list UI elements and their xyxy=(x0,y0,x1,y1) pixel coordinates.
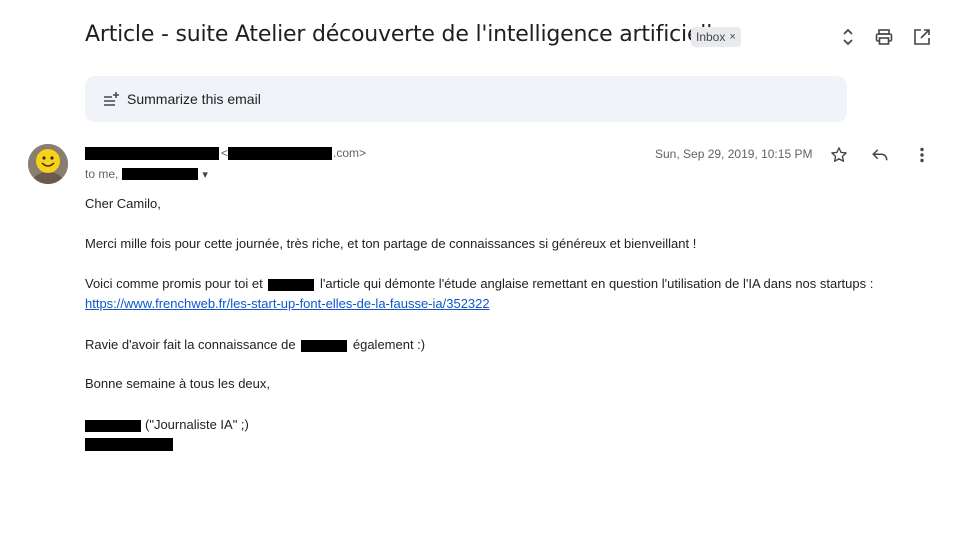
unfold-icon[interactable] xyxy=(837,26,859,48)
met-text-b: également :) xyxy=(352,337,426,352)
article-text-a: Voici comme promis pour toi et xyxy=(85,276,263,291)
recipient-row[interactable]: to me, ▾ xyxy=(85,167,208,181)
signature: ("Journaliste IA" ;) xyxy=(85,417,249,432)
redacted-sender-email xyxy=(228,147,332,160)
body-line-article: Voici comme promis pour toi et l'article… xyxy=(85,276,873,291)
redacted-sender-name xyxy=(85,147,219,160)
body-line-thanks: Merci mille fois pour cette journée, trè… xyxy=(85,236,697,251)
article-text-b: l'article qui démonte l'étude anglaise r… xyxy=(319,276,874,291)
remove-label-button[interactable]: × xyxy=(729,31,735,43)
open-in-new-icon[interactable] xyxy=(911,26,933,48)
sender-email-domain: .com> xyxy=(333,146,367,160)
redacted-name xyxy=(268,278,315,291)
recipient-prefix: to me, xyxy=(85,167,119,181)
body-line-week: Bonne semaine à tous les deux, xyxy=(85,376,271,391)
redacted-signature-name xyxy=(85,419,141,432)
article-link-row: https://www.frenchweb.fr/les-start-up-fo… xyxy=(85,296,490,311)
email-date: Sun, Sep 29, 2019, 10:15 PM xyxy=(655,147,813,161)
greeting: Cher Camilo, xyxy=(85,196,161,211)
label-text: Inbox xyxy=(696,30,726,44)
summarize-email-button[interactable]: Summarize this email xyxy=(85,76,847,122)
met-text-a: Ravie d'avoir fait la connaissance de xyxy=(85,337,296,352)
article-link[interactable]: https://www.frenchweb.fr/les-start-up-fo… xyxy=(85,296,490,311)
print-icon[interactable] xyxy=(873,26,895,48)
summarize-label: Summarize this email xyxy=(127,91,261,107)
redacted-recipient xyxy=(122,168,199,180)
signature-note: ("Journaliste IA" ;) xyxy=(145,417,249,432)
recipient-details-dropdown[interactable]: ▾ xyxy=(202,168,208,181)
reply-icon[interactable] xyxy=(869,144,891,166)
summarize-sparkle-icon xyxy=(103,91,119,107)
email-subject: Article - suite Atelier découverte de l'… xyxy=(85,22,726,47)
sender-info[interactable]: < .com> xyxy=(85,146,385,162)
star-icon[interactable] xyxy=(828,144,850,166)
sender-email-open: < xyxy=(221,146,229,160)
inbox-label-chip: Inbox × xyxy=(691,27,741,47)
body-line-met: Ravie d'avoir fait la connaissance de ég… xyxy=(85,337,425,352)
redacted-signature-line xyxy=(85,438,173,451)
redacted-name xyxy=(301,339,348,352)
more-vert-icon[interactable] xyxy=(911,144,933,166)
sender-avatar[interactable] xyxy=(28,144,68,184)
